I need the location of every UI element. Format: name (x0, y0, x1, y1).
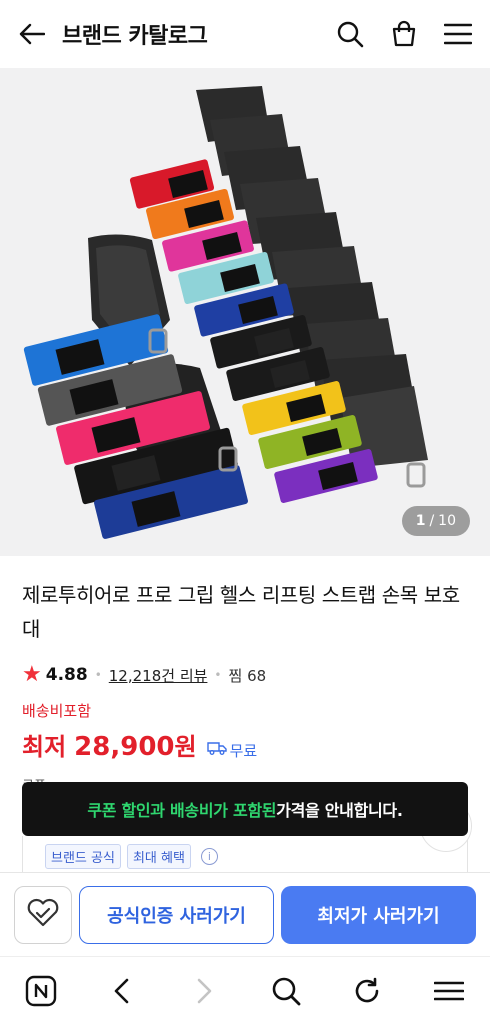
brand-official-tag: 브랜드 공식 (45, 843, 121, 869)
truck-icon (206, 741, 227, 759)
price-value: 28,900 (74, 732, 175, 762)
naver-home-icon[interactable] (21, 971, 61, 1011)
browser-menu-icon[interactable] (429, 971, 469, 1011)
free-delivery: 무료 (206, 740, 258, 761)
browser-search-icon[interactable] (266, 971, 306, 1011)
toast-text: 가격을 안내합니다. (276, 801, 403, 820)
top-header: 브랜드 카탈로그 (0, 0, 490, 68)
product-name: 제로투히어로 프로 그립 헬스 리프팅 스트랩 손목 보호대 (22, 583, 460, 641)
heart-icon (26, 898, 60, 932)
image-counter-current: 1 (415, 513, 426, 529)
max-benefit-tag: 최대 혜택 (126, 843, 191, 869)
refresh-icon[interactable] (347, 971, 387, 1011)
price-row: 최저 28,900 원 무료 (22, 727, 468, 762)
price-unit: 원 (174, 733, 197, 761)
browser-forward-icon[interactable] (184, 971, 224, 1011)
wishlist-count: 찜 68 (228, 666, 267, 685)
price-info-toast: 쿠폰 할인과 배송비가 포함된 가격을 안내합니다. (22, 782, 468, 836)
delivery-label: 무료 (229, 741, 258, 760)
browser-nav-bar (0, 956, 490, 1024)
wishlist-button[interactable] (14, 885, 72, 944)
product-info: 제로투히어로 프로 그립 헬스 리프팅 스트랩 손목 보호대 ★ 4.88 • … (0, 556, 490, 762)
rating-score: 4.88 (45, 665, 88, 685)
product-image-gallery[interactable]: 1 / 10 (0, 68, 490, 556)
image-counter-separator: / (429, 513, 435, 529)
rating-row: ★ 4.88 • 12,218건 리뷰 • 찜 68 (22, 664, 468, 686)
back-arrow-icon[interactable] (16, 18, 48, 50)
star-icon: ★ (22, 662, 42, 687)
info-icon[interactable]: i (200, 847, 218, 865)
product-photo (23, 86, 428, 539)
lowest-price-purchase-button[interactable]: 최저가 사러가기 (281, 885, 476, 944)
separator-dot: • (94, 668, 102, 682)
shopping-bag-icon[interactable] (388, 18, 420, 50)
header-actions (334, 18, 474, 50)
image-counter-total: 10 (438, 513, 456, 529)
purchase-action-bar: 공식인증 사러가기 최저가 사러가기 (0, 872, 490, 956)
official-store-box: 브랜드 공식 최대 혜택 i (22, 836, 468, 876)
separator-dot: • (214, 668, 222, 682)
review-count-link[interactable]: 12,218건 리뷰 (109, 665, 208, 686)
page-title: 브랜드 카탈로그 (62, 24, 208, 49)
browser-back-icon[interactable] (102, 971, 142, 1011)
menu-icon[interactable] (442, 18, 474, 50)
app-screen: 브랜드 카탈로그 1 / 10 제로투히어로 프로 그립 헬스 리프팅 스트랩 … (0, 0, 490, 1024)
toast-highlight: 쿠폰 할인과 배송비가 포함된 (87, 801, 277, 820)
shipping-included-note: 배송비포함 (22, 702, 92, 720)
official-purchase-button[interactable]: 공식인증 사러가기 (79, 885, 274, 944)
image-counter: 1 / 10 (401, 506, 470, 536)
search-icon[interactable] (334, 18, 366, 50)
price-label: 최저 (22, 733, 67, 761)
